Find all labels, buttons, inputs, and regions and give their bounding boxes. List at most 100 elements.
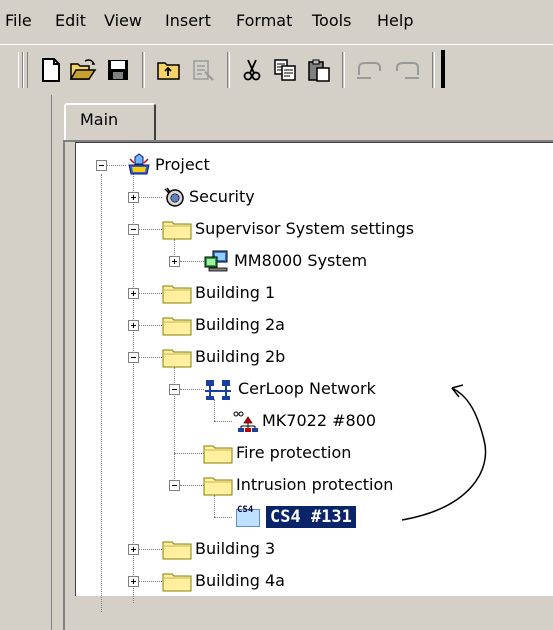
menu-edit[interactable]: Edit [55, 10, 86, 32]
tree-item-cerloop-network[interactable]: CerLoop Network [203, 376, 379, 402]
tree-item-label: Building 4a [195, 571, 285, 590]
panel-device-icon [233, 411, 258, 432]
tree-item-label: MM8000 System [234, 251, 368, 270]
tree-item-label: CS4 #131 [266, 506, 356, 528]
tree-item-label: Building 2a [195, 315, 285, 334]
up-level-icon [157, 62, 180, 80]
menu-bar: File Edit View Insert Format Tools Help [0, 0, 553, 38]
cut-icon [243, 59, 261, 81]
tree-item-label: Building 3 [195, 539, 276, 558]
tree-item-cs4[interactable]: CS4 CS4 #131 [236, 504, 356, 530]
tree-item-building2a[interactable]: Building 2a [162, 312, 288, 338]
cut-button[interactable] [235, 52, 269, 88]
paste-icon [308, 59, 330, 82]
toolbar-overflow-edge [441, 50, 445, 88]
save-button[interactable] [101, 52, 135, 88]
expand-building2a[interactable] [128, 320, 139, 331]
tree-line [174, 453, 204, 454]
tree-line [101, 174, 102, 612]
folder-icon [162, 221, 192, 240]
tree-item-label: Building 2b [195, 347, 286, 366]
tree-item-label: Security [189, 187, 255, 206]
tree-item-fire-protection[interactable]: Fire protection [203, 440, 354, 466]
folder-icon [203, 477, 233, 496]
toolbar-top-divider [0, 44, 553, 45]
toolbar-grip-2 [23, 52, 28, 88]
menu-tools[interactable]: Tools [312, 10, 351, 32]
open-button[interactable] [66, 52, 100, 88]
computer-icon [204, 250, 228, 272]
tree-item-building4a[interactable]: Building 4a [162, 568, 288, 594]
copy-icon [274, 59, 296, 81]
tree-line [214, 517, 232, 518]
collapse-supervisor[interactable] [128, 224, 139, 235]
new-button[interactable] [34, 52, 68, 88]
collapse-project[interactable] [96, 160, 107, 171]
undo-button [352, 52, 386, 88]
tree-line [214, 421, 232, 422]
tree-line [106, 165, 126, 166]
tree-item-building2b[interactable]: Building 2b [162, 344, 288, 370]
tree-item-building3[interactable]: Building 3 [162, 536, 278, 562]
properties-icon [193, 60, 214, 81]
copy-button[interactable] [268, 52, 302, 88]
tree-line [133, 174, 134, 603]
tree-item-label: Building 1 [195, 283, 276, 302]
tree-item-label: Project [155, 155, 210, 174]
cs4-device-icon: CS4 [236, 505, 262, 529]
new-icon [42, 58, 60, 82]
expand-mm8000[interactable] [169, 256, 180, 267]
tree-item-label: Supervisor System settings [195, 219, 415, 238]
tree-line [180, 261, 204, 262]
redo-button [390, 52, 424, 88]
toolbar-separator-2 [227, 52, 230, 88]
menu-format[interactable]: Format [236, 10, 292, 32]
project-icon [128, 153, 150, 175]
tree-item-label: MK7022 #800 [262, 411, 377, 430]
undo-icon [357, 62, 381, 79]
tree-line [138, 357, 162, 358]
expand-building4a[interactable] [128, 576, 139, 587]
tree-line [138, 197, 162, 198]
tree-item-building1[interactable]: Building 1 [162, 280, 278, 306]
folder-icon [162, 317, 192, 336]
up-level-button[interactable] [152, 52, 186, 88]
tree-line [138, 549, 162, 550]
tree-line [214, 399, 215, 421]
tree-line [214, 495, 215, 517]
expand-building3[interactable] [128, 544, 139, 555]
tree-item-label: Intrusion protection [236, 475, 394, 494]
tree-line [180, 389, 204, 390]
expand-security[interactable] [128, 192, 139, 203]
paste-button[interactable] [302, 52, 336, 88]
folder-icon [162, 541, 192, 560]
collapse-intrusion[interactable] [169, 480, 180, 491]
toolbar-separator [142, 52, 145, 88]
collapse-cerloop[interactable] [169, 384, 180, 395]
tab-main[interactable]: Main [64, 103, 156, 140]
tree-line [138, 581, 162, 582]
expand-building1[interactable] [128, 288, 139, 299]
cs4-icon-text: CS4 [237, 505, 254, 515]
menu-help[interactable]: Help [377, 10, 413, 32]
collapse-building2b[interactable] [128, 352, 139, 363]
tree-item-security[interactable]: Security [162, 184, 258, 210]
network-icon [205, 380, 231, 400]
menu-file[interactable]: File [5, 10, 32, 32]
tree-line [138, 229, 162, 230]
redo-icon [396, 62, 419, 79]
tree-line [138, 293, 162, 294]
tree-item-project[interactable]: Project [126, 152, 213, 178]
folder-icon [162, 285, 192, 304]
tree-item-supervisor-settings[interactable]: Supervisor System settings [162, 216, 417, 242]
tree-item-mm8000[interactable]: MM8000 System [203, 248, 370, 274]
tree-item-mk7022[interactable]: MK7022 #800 [231, 408, 379, 434]
menu-insert[interactable]: Insert [165, 10, 211, 32]
open-icon [69, 59, 97, 80]
toolbar-separator-3 [342, 52, 345, 88]
left-pane [0, 95, 52, 630]
toolbar-separator-4 [432, 52, 435, 88]
project-tree[interactable]: Project Security Supervisor System setti… [75, 142, 553, 612]
menu-view[interactable]: View [104, 10, 142, 32]
tree-item-intrusion-protection[interactable]: Intrusion protection [203, 472, 396, 498]
